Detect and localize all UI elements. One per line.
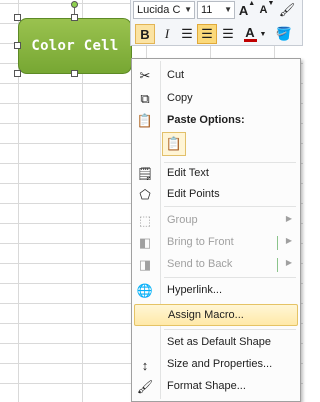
menu-item-set-default-shape[interactable]: Set as Default Shape — [134, 332, 298, 354]
send-to-back-icon: ◨ — [138, 257, 152, 272]
menu-item-label: Copy — [167, 92, 193, 104]
grow-font-button[interactable]: A ▲ — [237, 0, 257, 20]
shrink-font-icon: A — [259, 4, 268, 16]
font-color-icon: A — [245, 24, 255, 40]
menu-item-label: Set as Default Shape — [167, 336, 271, 348]
fill-color-button[interactable]: 🪣 — [274, 24, 294, 44]
menu-item-label: Bring to Front — [167, 236, 234, 248]
menu-item-cut[interactable]: ✂ Cut — [134, 65, 298, 87]
paste-clipboard-icon: 📋 — [165, 136, 183, 151]
menu-item-send-to-back[interactable]: ◨ Send to Back ▶ — [134, 254, 298, 276]
menu-item-edit-points[interactable]: ⬠ Edit Points — [134, 184, 298, 206]
paste-icon: 📋 — [136, 113, 154, 128]
menu-item-label: Edit Points — [167, 188, 220, 200]
align-center-button[interactable]: ☰ — [197, 24, 217, 44]
menu-item-group[interactable]: ⬚ Group ▶ — [134, 210, 298, 232]
mini-toolbar: Lucida C ▼ 11 ▼ A ▲ A ▼ 🖌 B I ☰ ☰ ☰ A ▼ 🪣 — [130, 0, 303, 46]
align-right-button[interactable]: ☰ — [218, 24, 238, 44]
font-name-box[interactable]: Lucida C ▼ — [133, 1, 195, 19]
font-size-value: 11 — [201, 4, 213, 16]
copy-icon: ⧉ — [140, 91, 150, 106]
submenu-arrow-icon: ▶ — [285, 258, 292, 267]
edit-text-icon: 🗒 — [136, 166, 154, 181]
menu-item-format-shape[interactable]: 🖌 Format Shape... — [134, 376, 298, 398]
menu-item-copy[interactable]: ⧉ Copy — [134, 88, 298, 110]
format-painter-icon: 🖌 — [278, 2, 296, 17]
resize-handle-bottom-center[interactable] — [71, 70, 78, 77]
edit-points-icon: ⬠ — [139, 187, 151, 202]
menu-item-label: Edit Text — [167, 167, 209, 179]
menu-item-assign-macro[interactable]: Assign Macro... — [134, 304, 298, 326]
menu-item-label: Format Shape... — [167, 380, 246, 392]
italic-icon: I — [164, 26, 170, 41]
resize-handle-top-center[interactable] — [71, 14, 78, 21]
bold-icon: B — [140, 26, 150, 42]
menu-item-bring-to-front[interactable]: ◧ Bring to Front ▶ — [134, 232, 298, 254]
format-shape-icon: 🖌 — [136, 379, 154, 394]
paste-options-header: 📋 Paste Options: — [134, 110, 298, 132]
menu-item-label: Size and Properties... — [167, 358, 273, 370]
menu-item-label: Send to Back — [167, 258, 233, 270]
context-menu: ✂ Cut ⧉ Copy 📋 Paste Options: 📋 🗒 Edit T… — [131, 58, 301, 402]
rotation-handle[interactable] — [71, 1, 78, 8]
menu-item-label: Assign Macro... — [168, 309, 244, 321]
align-right-icon: ☰ — [222, 26, 234, 41]
chevron-down-icon[interactable]: ▼ — [184, 2, 192, 18]
size-properties-icon: ↕ — [141, 357, 149, 373]
submenu-arrow-icon: ▶ — [285, 214, 292, 223]
menu-separator — [164, 206, 296, 207]
align-center-icon: ☰ — [201, 26, 213, 41]
menu-item-label: Hyperlink... — [167, 284, 223, 296]
paste-keep-formatting-button[interactable]: 📋 — [162, 132, 186, 156]
chevron-down-icon: ▼ — [259, 30, 267, 38]
fill-bucket-icon: 🪣 — [275, 26, 293, 41]
shape-selection[interactable]: Color Cell — [14, 1, 132, 77]
split-divider — [277, 258, 278, 272]
align-left-button[interactable]: ☰ — [177, 24, 197, 44]
align-left-icon: ☰ — [181, 26, 193, 41]
menu-separator — [164, 277, 296, 278]
menu-item-hyperlink[interactable]: 🌐 Hyperlink... — [134, 280, 298, 302]
grow-font-icon: A — [238, 2, 249, 18]
font-color-button[interactable]: A — [240, 24, 260, 44]
chevron-down-icon[interactable]: ▼ — [224, 2, 232, 18]
menu-item-label: Group — [167, 214, 198, 226]
paste-options-label: Paste Options: — [167, 114, 245, 126]
italic-button[interactable]: I — [157, 24, 177, 44]
resize-handle-top-left[interactable] — [14, 14, 21, 21]
font-color-swatch — [243, 38, 257, 42]
hyperlink-icon: 🌐 — [136, 283, 154, 298]
font-size-box[interactable]: 11 ▼ — [197, 1, 235, 19]
font-color-dropdown[interactable]: ▼ — [258, 24, 268, 44]
font-name-value: Lucida C — [137, 4, 181, 16]
menu-item-label: Cut — [167, 69, 185, 81]
shape-text: Color Cell — [31, 38, 119, 54]
resize-handle-bottom-left[interactable] — [14, 70, 21, 77]
bring-to-front-icon: ◧ — [138, 235, 152, 250]
scissors-icon: ✂ — [139, 68, 151, 83]
menu-separator — [164, 329, 296, 330]
menu-item-size-properties[interactable]: ↕ Size and Properties... — [134, 354, 298, 376]
group-icon: ⬚ — [138, 213, 152, 228]
format-painter-button[interactable]: 🖌 — [277, 0, 297, 20]
split-divider — [277, 236, 278, 250]
resize-handle-middle-left[interactable] — [14, 42, 21, 49]
shrink-font-button[interactable]: A ▼ — [257, 0, 277, 20]
menu-item-edit-text[interactable]: 🗒 Edit Text — [134, 163, 298, 185]
color-cell-shape[interactable]: Color Cell — [18, 18, 132, 74]
bold-button[interactable]: B — [135, 24, 155, 44]
submenu-arrow-icon: ▶ — [285, 236, 292, 245]
